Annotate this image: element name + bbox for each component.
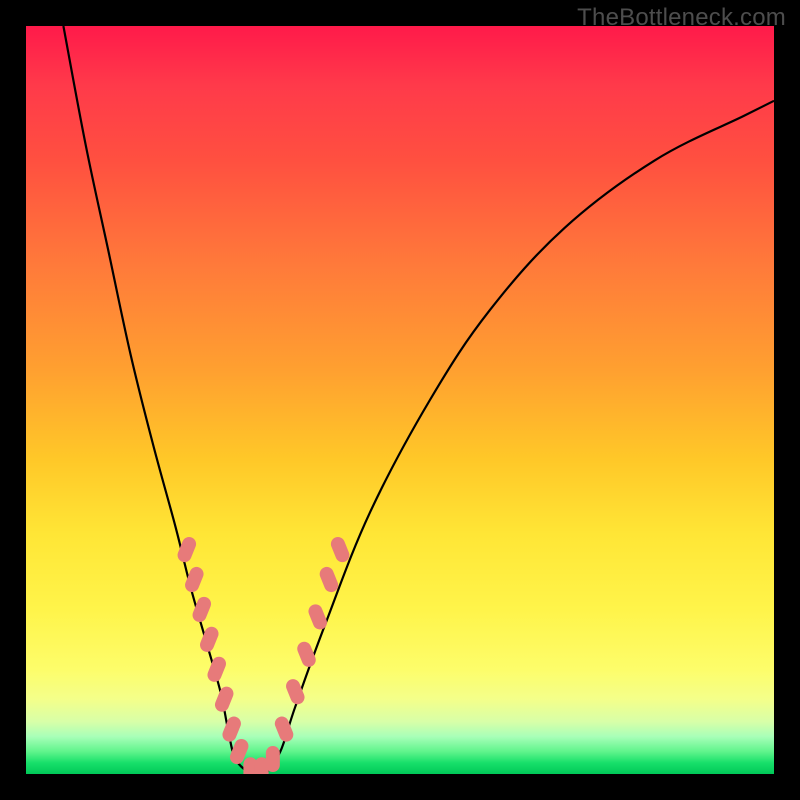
bead: [198, 625, 221, 654]
plot-area: [26, 26, 774, 774]
bead: [306, 602, 329, 631]
bead: [329, 535, 352, 564]
bead: [205, 655, 228, 684]
bead: [318, 565, 341, 594]
bead: [266, 746, 280, 772]
chart-frame: TheBottleneck.com: [0, 0, 800, 800]
highlight-beads: [175, 535, 351, 774]
bottleneck-curve: [63, 26, 774, 774]
bead: [213, 685, 236, 714]
curve-layer: [26, 26, 774, 774]
